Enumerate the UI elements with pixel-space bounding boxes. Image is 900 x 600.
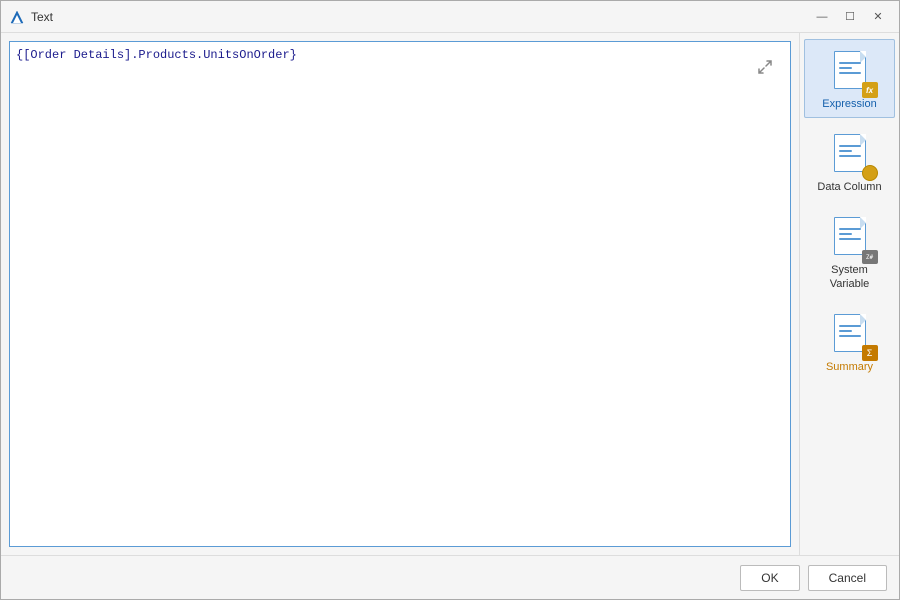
data-column-icon	[826, 129, 874, 177]
expression-icon: fx	[826, 46, 874, 94]
title-bar-left: Text	[9, 9, 53, 25]
close-button[interactable]: ✕	[865, 7, 891, 27]
summary-button[interactable]: Σ Summary	[804, 302, 895, 381]
text-area-container: {[Order Details].Products.UnitsOnOrder}	[1, 33, 799, 555]
system-variable-label: SystemVariable	[830, 264, 870, 290]
sigma-badge: Σ	[862, 345, 878, 361]
text-dialog: Text — ☐ ✕ {[Order Details].Products.Uni…	[0, 0, 900, 600]
fx-badge: fx	[862, 82, 878, 98]
sys-badge: Z#	[862, 250, 878, 264]
app-logo-icon	[9, 9, 25, 25]
data-column-button[interactable]: Data Column	[804, 122, 895, 201]
summary-label: Summary	[826, 361, 873, 374]
ok-button[interactable]: OK	[740, 565, 799, 591]
cancel-button[interactable]: Cancel	[808, 565, 887, 591]
content-area: {[Order Details].Products.UnitsOnOrder}	[1, 33, 899, 555]
column-badge	[862, 165, 878, 181]
expand-icon[interactable]	[755, 57, 775, 77]
footer: OK Cancel	[1, 555, 899, 599]
expression-label: Expression	[822, 98, 876, 111]
summary-icon: Σ	[826, 309, 874, 357]
expression-button[interactable]: fx Expression	[804, 39, 895, 118]
minimize-button[interactable]: —	[809, 7, 835, 27]
title-bar: Text — ☐ ✕	[1, 1, 899, 33]
data-column-label: Data Column	[817, 181, 881, 194]
editor-wrapper: {[Order Details].Products.UnitsOnOrder}	[9, 41, 791, 547]
system-variable-button[interactable]: Z# SystemVariable	[804, 205, 895, 297]
system-variable-icon: Z#	[826, 212, 874, 260]
right-panel: fx Expression Data Column	[799, 33, 899, 555]
text-editor[interactable]: {[Order Details].Products.UnitsOnOrder}	[9, 41, 791, 547]
dialog-title: Text	[31, 10, 53, 24]
maximize-button[interactable]: ☐	[837, 7, 863, 27]
title-controls: — ☐ ✕	[809, 7, 891, 27]
